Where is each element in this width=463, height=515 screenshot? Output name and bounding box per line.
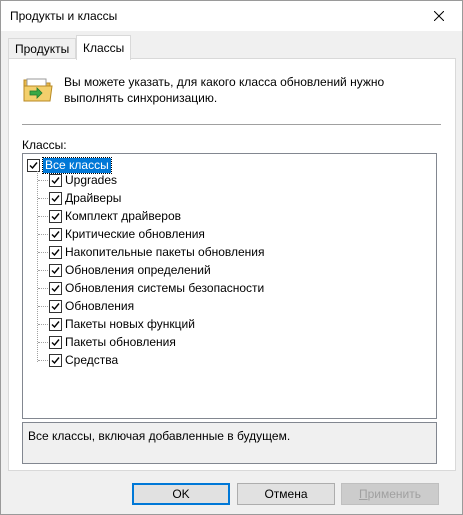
tree-item-label: Обновления определений xyxy=(65,263,211,277)
checkmark-icon xyxy=(51,284,60,292)
tree-item[interactable]: Комплект драйверов xyxy=(49,208,181,224)
checkbox[interactable] xyxy=(49,245,62,259)
tree-connector xyxy=(38,180,48,181)
separator xyxy=(22,124,441,125)
cancel-button[interactable]: Отмена xyxy=(237,483,335,505)
classes-label: Классы: xyxy=(22,138,67,152)
checkmark-icon xyxy=(51,230,60,238)
tree-item-label: Пакеты новых функций xyxy=(65,317,195,331)
checkbox[interactable] xyxy=(49,209,62,223)
tree-item-label: Обновления xyxy=(65,299,135,313)
tab-strip: Продукты Классы xyxy=(8,35,455,60)
checkmark-icon xyxy=(51,338,60,346)
tree-item-label: Накопительные пакеты обновления xyxy=(65,245,265,259)
tree-item-label: Средства xyxy=(65,353,119,367)
checkmark-icon xyxy=(29,161,38,169)
tree-item-label: Критические обновления xyxy=(65,227,205,241)
apply-label-rest: рименить xyxy=(367,487,421,501)
apply-accelerator: П xyxy=(358,487,368,501)
tab-classes[interactable]: Классы xyxy=(76,35,132,60)
checkbox[interactable] xyxy=(49,335,62,349)
dialog-window: Продукты и классы Продукты Классы Вы мож… xyxy=(0,0,463,515)
tree-connector xyxy=(38,234,48,235)
checkmark-icon xyxy=(51,302,60,310)
checkmark-icon xyxy=(51,194,60,202)
checkbox[interactable] xyxy=(49,191,62,205)
tree-connector xyxy=(38,360,48,361)
checkbox[interactable] xyxy=(49,317,62,331)
tree-item-label: Upgrades xyxy=(65,173,118,187)
tree-root-all-classes[interactable]: Все классы xyxy=(27,156,112,174)
tree-connector xyxy=(38,216,48,217)
tree-item[interactable]: Обновления xyxy=(49,298,134,314)
tree-item-label: Пакеты обновления xyxy=(65,335,176,349)
tree-item[interactable]: Драйверы xyxy=(49,190,121,206)
checkbox[interactable] xyxy=(49,299,62,313)
checkbox-all-classes[interactable] xyxy=(27,158,40,172)
tree-item[interactable]: Пакеты обновления xyxy=(49,334,176,350)
tree-connector xyxy=(38,306,48,307)
close-button[interactable] xyxy=(416,1,462,31)
header-description: Вы можете указать, для какого класса обн… xyxy=(64,75,385,105)
folder-sync-icon xyxy=(23,78,53,102)
checkmark-icon xyxy=(51,320,60,328)
checkbox[interactable] xyxy=(49,281,62,295)
checkmark-icon xyxy=(51,212,60,220)
tree-item[interactable]: Критические обновления xyxy=(49,226,205,242)
tree-connector xyxy=(38,198,48,199)
tree-connector xyxy=(38,252,48,253)
tree-connector xyxy=(38,342,48,343)
checkbox[interactable] xyxy=(49,173,62,187)
tree-item[interactable]: Пакеты новых функций xyxy=(49,316,195,332)
tree-item-label: Комплект драйверов xyxy=(65,209,181,223)
tree-item[interactable]: Обновления определений xyxy=(49,262,211,278)
tree-line xyxy=(37,171,38,362)
description-text: Все классы, включая добавленные в будуще… xyxy=(28,429,291,443)
apply-button[interactable]: Применить xyxy=(341,483,439,505)
tab-products[interactable]: Продукты xyxy=(8,38,77,59)
checkmark-icon xyxy=(51,266,60,274)
tree-item-label: Обновления системы безопасности xyxy=(65,281,265,295)
tree-item[interactable]: Обновления системы безопасности xyxy=(49,280,264,296)
checkbox[interactable] xyxy=(49,353,62,367)
close-icon xyxy=(434,11,444,21)
tree-item-label: Драйверы xyxy=(65,191,122,205)
tree-connector xyxy=(38,324,48,325)
tree-item[interactable]: Накопительные пакеты обновления xyxy=(49,244,265,260)
checkbox[interactable] xyxy=(49,227,62,241)
ok-button[interactable]: OK xyxy=(132,483,230,505)
window-title: Продукты и классы xyxy=(10,9,118,23)
checkbox[interactable] xyxy=(49,263,62,277)
checkmark-icon xyxy=(51,356,60,364)
classes-tree[interactable]: Все классы Upgrades Драйверы Комплект др… xyxy=(22,153,437,419)
tree-item[interactable]: Средства xyxy=(49,352,118,368)
tree-connector xyxy=(38,288,48,289)
checkmark-icon xyxy=(51,176,60,184)
tree-item[interactable]: Upgrades xyxy=(49,172,117,188)
description-box: Все классы, включая добавленные в будуще… xyxy=(22,422,437,464)
title-bar[interactable]: Продукты и классы xyxy=(1,1,462,31)
checkmark-icon xyxy=(51,248,60,256)
tree-connector xyxy=(38,270,48,271)
classes-tab-panel: Вы можете указать, для какого класса обн… xyxy=(8,58,456,471)
tree-root-label: Все классы xyxy=(42,156,112,174)
